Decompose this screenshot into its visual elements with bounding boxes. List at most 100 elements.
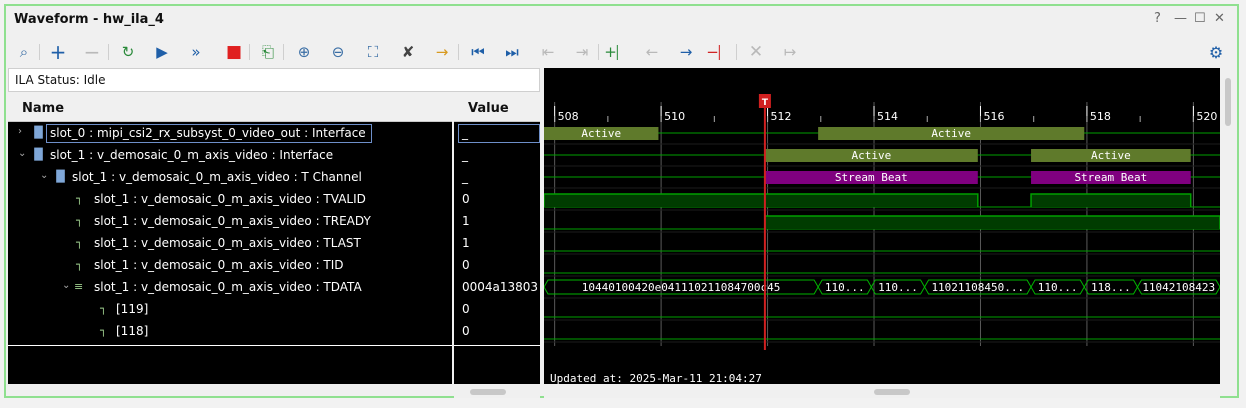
next-marker-icon[interactable]: → [674, 40, 698, 64]
signal-row-tready[interactable]: ┐ slot_1 : v_demosaic_0_m_axis_video : T… [8, 210, 452, 232]
tdata-segment-label: 110... [1038, 281, 1078, 294]
time-tick-label: 520 [1196, 110, 1217, 123]
wave-horizontal-scrollbar[interactable] [544, 386, 1220, 398]
slot1-active-block-label: Active [851, 149, 891, 162]
help-icon[interactable]: ? [1154, 11, 1161, 26]
previous-marker-icon[interactable]: ← [640, 40, 664, 64]
title-bar: Waveform - hw_ila_4 ? — ☐ ✕ [6, 6, 1237, 34]
updated-at-text: Updated at: 2025-Mar-11 21:04:27 [550, 372, 762, 384]
signal-row-tdata[interactable]: ⌄ ≡ slot_1 : v_demosaic_0_m_axis_video :… [8, 276, 452, 298]
stop-icon[interactable]: ■ [222, 40, 246, 64]
close-icon[interactable]: ✕ [1214, 11, 1225, 26]
signal-row-tlast[interactable]: ┐ slot_1 : v_demosaic_0_m_axis_video : T… [8, 232, 452, 254]
divider [8, 345, 452, 346]
remove-icon[interactable]: − [80, 40, 104, 64]
signal-label: slot_1 : v_demosaic_0_m_axis_video : TRE… [94, 214, 371, 228]
trigger-label: T [762, 98, 769, 108]
delete-all-markers-icon[interactable]: ✕ [744, 40, 768, 64]
name-column-header[interactable]: Name [8, 96, 452, 122]
cursor-icon[interactable]: ✘ [396, 40, 420, 64]
waveform-svg[interactable]: 508 510 512 514 516 518 520 Active Active Active A… [544, 68, 1220, 384]
value-horizontal-scrollbar[interactable] [454, 386, 540, 398]
signal-row-tvalid[interactable]: ┐ slot_1 : v_demosaic_0_m_axis_video : T… [8, 188, 452, 210]
signal-value: _ [462, 126, 468, 140]
delete-marker-icon[interactable]: −⎸ [706, 40, 734, 64]
run-trigger-immediate-icon[interactable]: ↻ [116, 40, 140, 64]
divider [454, 345, 540, 346]
signal-bit-icon: ┐ [76, 258, 83, 271]
signal-row-bit-118[interactable]: ┐ [118] [8, 320, 452, 342]
time-tick-label: 512 [771, 110, 792, 123]
go-to-end-icon[interactable]: ⏭ [500, 40, 524, 64]
expand-chevron-icon[interactable]: › [18, 126, 22, 137]
window-title: Waveform - hw_ila_4 [14, 12, 164, 27]
signal-row-slot1-interface[interactable]: ⌄ ▐▌ slot_1 : v_demosaic_0_m_axis_video … [8, 144, 452, 166]
signal-bit-icon: ┐ [76, 214, 83, 227]
signal-value: 0 [462, 258, 470, 272]
zoom-in-icon[interactable]: ⊕ [292, 40, 316, 64]
maximize-icon[interactable]: ☐ [1194, 11, 1206, 26]
tdata-segment-label: 10440100420e041110211084700c45 [582, 281, 781, 294]
tready-wave-high-fill [764, 216, 1220, 229]
add-marker-icon[interactable]: +⎸ [604, 40, 632, 64]
signal-row-slot0-interface[interactable]: › ▐▌ slot_0 : mipi_csi2_rx_subsyst_0_vid… [8, 122, 452, 144]
export-icon[interactable]: ⎗ [256, 40, 280, 64]
signal-bit-icon: ┐ [100, 324, 107, 337]
search-icon[interactable]: ⌕ [12, 40, 36, 64]
collapse-chevron-icon[interactable]: ⌄ [40, 170, 48, 181]
auto-retrigger-icon[interactable]: » [184, 40, 208, 64]
ila-status-text: ILA Status: Idle [15, 73, 106, 87]
bus-icon: ≡ [74, 280, 84, 293]
go-to-cursor-icon[interactable]: → [430, 40, 454, 64]
signal-row-bit-119[interactable]: ┐ [119] [8, 298, 452, 320]
time-tick-label: 508 [558, 110, 579, 123]
time-tick-label: 516 [983, 110, 1004, 123]
go-to-start-icon[interactable]: ⏮ [466, 40, 490, 64]
signal-value: 0 [462, 324, 470, 338]
signal-label: [119] [116, 302, 149, 316]
minimize-icon[interactable]: — [1174, 11, 1187, 26]
zoom-out-icon[interactable]: ⊖ [326, 40, 350, 64]
signal-label: slot_1 : v_demosaic_0_m_axis_video : TDA… [94, 280, 362, 294]
signal-label: slot_1 : v_demosaic_0_m_axis_video : TID [94, 258, 344, 272]
signal-value: _ [462, 148, 468, 162]
name-column-label: Name [22, 101, 65, 116]
gear-icon[interactable]: ⚙ [1204, 40, 1228, 64]
run-trigger-icon[interactable]: ▶ [150, 40, 174, 64]
signal-bit-icon: ┐ [100, 302, 107, 315]
waveform-canvas[interactable]: 508 510 512 514 516 518 520 Active Active Active A… [544, 68, 1220, 384]
ila-status-bar: ILA Status: Idle [8, 68, 540, 92]
time-tick-label: 518 [1090, 110, 1111, 123]
value-column-label: Value [468, 101, 509, 116]
slot0-active-block-label: Active [931, 127, 971, 140]
toolbar: ⌕ + − ↻ ▶ » ■ ⎗ ⊕ ⊖ ⛶ ✘ → ⏮ ⏭ ⇤ ⇥ +⎸ ← →… [6, 36, 1237, 68]
vertical-scrollbar[interactable] [1222, 70, 1234, 384]
next-transition-icon[interactable]: ⇥ [570, 40, 594, 64]
add-icon[interactable]: + [46, 40, 70, 64]
signal-label: slot_1 : v_demosaic_0_m_axis_video : T C… [72, 170, 362, 184]
signal-name-pane: › ▐▌ slot_0 : mipi_csi2_rx_subsyst_0_vid… [8, 122, 452, 384]
waveform-window: Waveform - hw_ila_4 ? — ☐ ✕ ⌕ + − ↻ ▶ » … [4, 4, 1239, 398]
signal-value: 1 [462, 236, 470, 250]
interface-icon: ▐▌ [30, 148, 47, 161]
tdata-segment-label: 110... [878, 281, 918, 294]
zoom-fit-icon[interactable]: ⛶ [361, 40, 385, 64]
signal-row-tchannel[interactable]: ⌄ ▐▌ slot_1 : v_demosaic_0_m_axis_video … [8, 166, 452, 188]
signal-value: 1 [462, 214, 470, 228]
slot1-active-block-label: Active [1091, 149, 1131, 162]
time-tick-label: 514 [877, 110, 898, 123]
signal-label: slot_1 : v_demosaic_0_m_axis_video : TVA… [94, 192, 366, 206]
tdata-segment-label: 11021108450... [931, 281, 1024, 294]
signal-row-tid[interactable]: ┐ slot_1 : v_demosaic_0_m_axis_video : T… [8, 254, 452, 276]
interface-icon: ▐▌ [30, 126, 47, 139]
signal-value-pane: _ _ _ 0 1 1 0 0004a13803 0 0 [454, 122, 540, 384]
collapse-chevron-icon[interactable]: ⌄ [62, 280, 70, 291]
signal-value: 0004a13803 [462, 280, 539, 294]
signal-value: 0 [462, 192, 470, 206]
swap-cursors-icon[interactable]: ↦ [778, 40, 802, 64]
collapse-chevron-icon[interactable]: ⌄ [18, 148, 26, 159]
value-column-header[interactable]: Value [454, 96, 540, 122]
signal-value: _ [462, 170, 468, 184]
time-tick-label: 510 [664, 110, 685, 123]
previous-transition-icon[interactable]: ⇤ [536, 40, 560, 64]
